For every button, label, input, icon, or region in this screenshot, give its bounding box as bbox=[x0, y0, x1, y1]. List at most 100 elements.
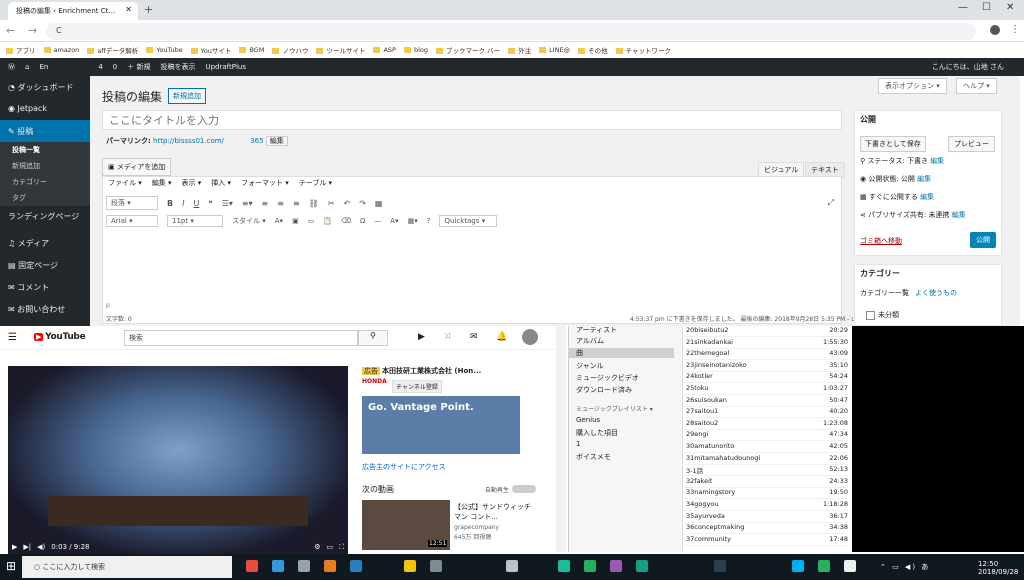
save-draft-button[interactable]: 下書きとして保存 bbox=[860, 136, 926, 152]
post-title-input[interactable] bbox=[102, 110, 842, 130]
bookmark-item[interactable]: ブックマーク バー bbox=[436, 45, 500, 55]
taskbar-search-input[interactable]: ○ ここに入力して検索 bbox=[22, 556, 232, 578]
fullscreen-icon[interactable]: ⤢ bbox=[828, 198, 834, 208]
view-post-link[interactable]: 投稿を表示 bbox=[160, 62, 195, 72]
fullscreen-icon[interactable]: ⛶ bbox=[339, 543, 344, 552]
permalink-edit-button[interactable]: 編集 bbox=[265, 136, 288, 146]
link-icon[interactable]: ⛓ bbox=[309, 199, 319, 208]
forward-icon[interactable]: → bbox=[28, 24, 37, 37]
app-icon[interactable] bbox=[636, 560, 648, 572]
sidebar-sub-all-posts[interactable]: 投稿一覧 bbox=[0, 142, 90, 158]
clear-format-icon[interactable]: ⌫ bbox=[341, 217, 351, 225]
minimize-icon[interactable]: — bbox=[958, 2, 968, 13]
bookmark-item[interactable]: affデータ解析 bbox=[87, 45, 138, 55]
library-genre[interactable]: ジャンル bbox=[576, 361, 604, 371]
play-icon[interactable]: ▶ bbox=[12, 543, 17, 551]
app-icon[interactable] bbox=[324, 560, 336, 572]
sidebar-item-posts[interactable]: ✎ 投稿 bbox=[0, 120, 90, 142]
menu-file[interactable]: ファイル ▾ bbox=[108, 178, 142, 188]
messages-icon[interactable]: ✉ bbox=[470, 332, 478, 342]
category-checkbox[interactable]: 未分類 bbox=[866, 310, 899, 320]
bookmark-item[interactable]: ノウハウ bbox=[272, 45, 308, 55]
new-menu[interactable]: ＋ 新規 bbox=[127, 62, 150, 72]
sidebar-item-pages[interactable]: ▤ 固定ページ bbox=[0, 254, 90, 276]
trash-link[interactable]: ゴミ箱へ移動 bbox=[860, 236, 902, 246]
system-tray[interactable]: ⌃ ▭ ◀) あ bbox=[880, 562, 930, 572]
bell-icon[interactable]: 🔔 bbox=[496, 332, 507, 342]
share-edit-link[interactable]: 編集 bbox=[952, 211, 966, 219]
playlist-item[interactable]: ボイスメモ bbox=[576, 452, 611, 462]
help-icon[interactable]: ? bbox=[427, 217, 431, 225]
line-icon[interactable] bbox=[584, 560, 596, 572]
library-songs[interactable]: 曲 bbox=[568, 348, 674, 358]
bookmark-item[interactable]: その他 bbox=[578, 45, 608, 55]
ad-title[interactable]: 広告 本田技研工業株式会社 (Hon... bbox=[362, 366, 481, 376]
song-row[interactable]: 27saitou1 40:20 bbox=[684, 407, 850, 419]
maximize-icon[interactable]: ☐ bbox=[982, 2, 991, 13]
browser-tab[interactable]: 投稿の編集 ‹ Enrichment Ct... ✕ bbox=[8, 2, 138, 20]
add-media-button[interactable]: ▣ メディアを追加 bbox=[102, 158, 172, 176]
align-right-icon[interactable]: ≡ bbox=[293, 199, 300, 208]
display-options-button[interactable]: 表示オプション ▾ bbox=[878, 78, 947, 94]
comments-count[interactable]: 0 bbox=[113, 63, 117, 71]
itunes-icon[interactable] bbox=[844, 560, 856, 572]
bold-icon[interactable]: B bbox=[167, 199, 173, 208]
sidebar-sub-tags[interactable]: タグ bbox=[0, 190, 90, 206]
font-select[interactable]: Arial ▾ bbox=[106, 215, 158, 227]
next-icon[interactable]: ▶| bbox=[23, 543, 31, 551]
youtube-logo[interactable]: ▶ YouTube bbox=[34, 332, 86, 342]
visibility-edit-link[interactable]: 編集 bbox=[917, 175, 931, 183]
preview-button[interactable]: プレビュー bbox=[948, 136, 995, 152]
updates-count[interactable]: 4 bbox=[98, 63, 102, 71]
tab-popular-categories[interactable]: よく使うもの bbox=[915, 288, 957, 298]
bookmark-item[interactable]: ASP bbox=[373, 46, 396, 54]
table-icon[interactable]: ▦▾ bbox=[408, 217, 418, 225]
playlist-item[interactable]: 購入した項目 bbox=[576, 428, 618, 438]
menu-format[interactable]: フォーマット ▾ bbox=[241, 178, 289, 188]
omega-icon[interactable]: Ω bbox=[360, 217, 365, 225]
profile-icon[interactable] bbox=[990, 25, 1000, 35]
image-icon[interactable]: ▣ bbox=[292, 217, 299, 225]
tab-all-categories[interactable]: カテゴリー一覧 bbox=[860, 288, 909, 298]
app-icon[interactable] bbox=[558, 560, 570, 572]
schedule-edit-link[interactable]: 編集 bbox=[920, 193, 934, 201]
undo-icon[interactable]: ↶ bbox=[344, 199, 351, 208]
theater-icon[interactable]: ▭ bbox=[326, 543, 333, 551]
quicktags-select[interactable]: Quicktags ▾ bbox=[439, 215, 498, 227]
back-icon[interactable]: ← bbox=[6, 24, 15, 37]
line-icon[interactable] bbox=[818, 560, 830, 572]
ad-image[interactable]: Go. Vantage Point. bbox=[362, 396, 520, 454]
video-icon[interactable]: ▭ bbox=[308, 217, 315, 225]
align-left-icon[interactable]: ≡ bbox=[262, 199, 269, 208]
library-downloaded[interactable]: ダウンロード済み bbox=[576, 385, 632, 395]
video-player[interactable] bbox=[8, 366, 348, 554]
library-videos[interactable]: ミュージックビデオ bbox=[576, 373, 639, 383]
song-row[interactable]: 21sinkadankai 1:55:30 bbox=[684, 338, 850, 349]
song-row[interactable]: 3-1話 52:13 bbox=[684, 465, 850, 477]
bookmark-item[interactable]: チャットワーク bbox=[616, 45, 671, 55]
apps-icon[interactable]: ⁙ bbox=[444, 332, 452, 342]
song-row[interactable]: 22themegoal 43:09 bbox=[684, 349, 850, 361]
hr-icon[interactable]: — bbox=[374, 217, 381, 225]
library-artist[interactable]: アーティスト bbox=[576, 325, 617, 335]
playlist-header[interactable]: ミュージックプレイリスト ▾ bbox=[576, 404, 653, 413]
toolbar-toggle-icon[interactable]: ▦ bbox=[375, 199, 383, 208]
bullet-list-icon[interactable]: ☰▾ bbox=[222, 199, 233, 208]
quote-icon[interactable]: ❝ bbox=[208, 199, 212, 208]
song-row[interactable]: 23jinseinotanizoko 35:10 bbox=[684, 361, 850, 372]
bookmark-item[interactable]: BGM bbox=[239, 46, 264, 54]
bookmark-item[interactable]: アプリ bbox=[6, 45, 36, 55]
app-icon[interactable] bbox=[714, 560, 726, 572]
greeting[interactable]: こんにちは、山地 さん bbox=[932, 62, 1004, 72]
song-row[interactable]: 26suisoukan 50:47 bbox=[684, 396, 850, 407]
redo-icon[interactable]: ↷ bbox=[359, 199, 366, 208]
close-icon[interactable]: ✕ bbox=[125, 5, 132, 14]
bookmark-item[interactable]: YouTube bbox=[146, 46, 182, 54]
status-edit-link[interactable]: 編集 bbox=[930, 157, 944, 165]
permalink-url[interactable]: http://bissss01.com/ bbox=[153, 137, 224, 145]
wordpress-icon[interactable]: Ⓦ bbox=[8, 62, 15, 72]
permalink-id[interactable]: 365 bbox=[250, 137, 263, 145]
unlink-icon[interactable]: ✂ bbox=[328, 199, 335, 208]
upload-icon[interactable]: ▶ bbox=[418, 332, 425, 342]
underline-icon[interactable]: U bbox=[193, 199, 199, 208]
